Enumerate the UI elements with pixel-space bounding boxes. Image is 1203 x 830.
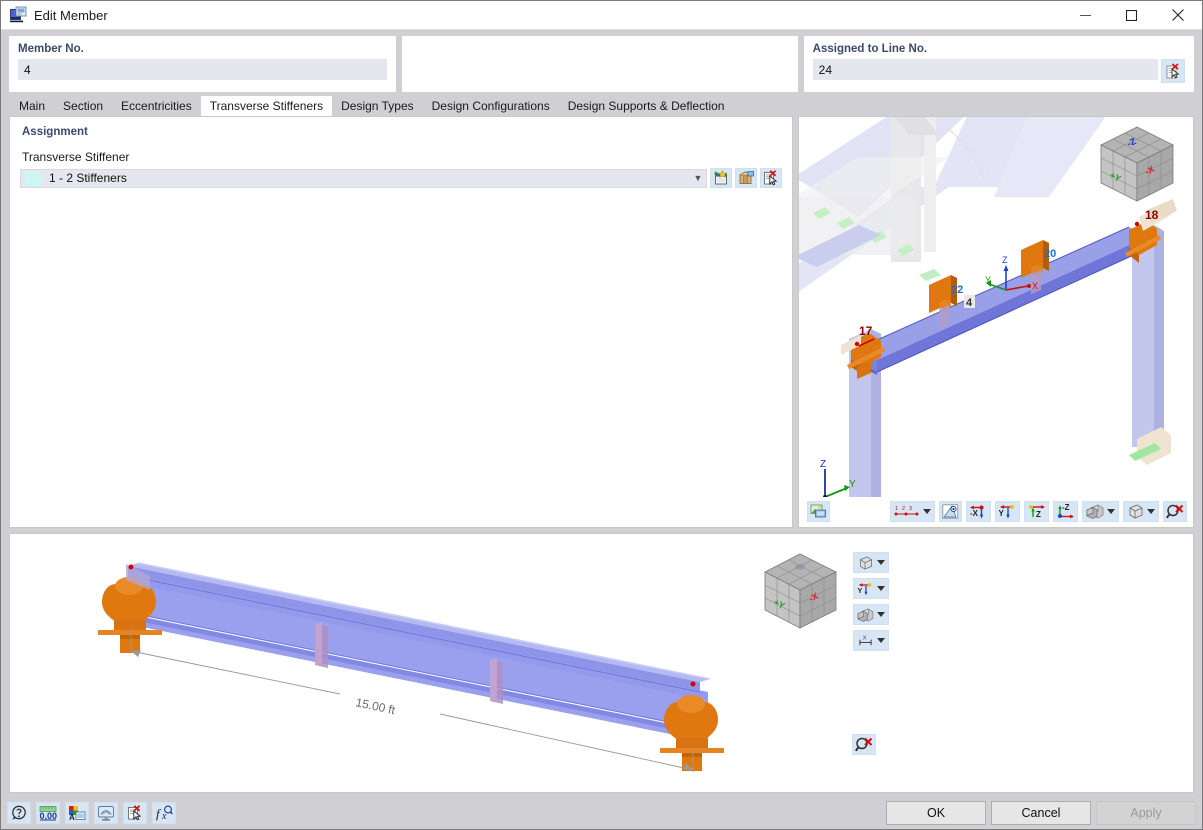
svg-text:X: X [1032, 281, 1038, 291]
chevron-down-icon[interactable]: ▼ [690, 170, 706, 187]
svg-text:Z: Z [820, 459, 826, 470]
edit-member-icon [9, 6, 27, 24]
svg-text:Z: Z [1002, 255, 1008, 265]
svg-text:X: X [863, 635, 867, 641]
view-y-button[interactable]: Y [995, 500, 1020, 522]
assigned-line-group: Assigned to Line No. [803, 36, 1194, 92]
chevron-down-icon[interactable] [1107, 508, 1115, 514]
svg-text:Y: Y [999, 509, 1005, 518]
snapshot-button[interactable] [807, 500, 830, 522]
svg-text:Y: Y [849, 479, 856, 490]
view-y-axis-button[interactable]: Y [853, 578, 889, 599]
numbering-button[interactable]: 1 2 3 [890, 500, 935, 522]
svg-text:17: 17 [859, 324, 873, 338]
member-no-group: Member No. [9, 36, 397, 92]
display-mode-button[interactable] [1082, 500, 1119, 522]
svg-text:18: 18 [1145, 208, 1159, 222]
transverse-stiffener-combo[interactable]: 1 - 2 Stiffeners ▼ [20, 168, 707, 188]
tab-design-configurations[interactable]: Design Configurations [423, 96, 559, 116]
chevron-down-icon[interactable] [1147, 508, 1155, 514]
svg-text:Y: Y [985, 275, 991, 285]
member-preview-panel[interactable]: 15.00 ft +Y -X Y X [9, 533, 1194, 793]
ok-button[interactable]: OK [886, 801, 986, 825]
member-no-input[interactable] [18, 59, 388, 80]
formula-button[interactable]: f x [152, 802, 176, 824]
close-button[interactable] [1154, 1, 1202, 29]
svg-text:-Z: -Z [1062, 504, 1070, 512]
delete-pick-button[interactable] [123, 802, 147, 824]
window-title: Edit Member [34, 7, 108, 23]
new-stiffener-button[interactable] [710, 168, 732, 188]
chevron-down-icon[interactable] [877, 560, 885, 565]
decimal-places-button[interactable]: 0,00 [36, 802, 60, 824]
maximize-button[interactable] [1108, 1, 1154, 29]
member-no-label: Member No. [18, 43, 84, 55]
chevron-down-icon[interactable] [923, 508, 931, 514]
cancel-button[interactable]: Cancel [991, 801, 1091, 825]
stiffener-color-swatch [25, 170, 41, 186]
transverse-stiffener-value: 1 - 2 Stiffeners [49, 171, 127, 185]
tab-strip: Main Section Eccentricities Transverse S… [1, 96, 1202, 116]
tab-eccentricities[interactable]: Eccentricities [112, 96, 201, 116]
units-colors-button[interactable]: A [65, 802, 89, 824]
tab-design-types[interactable]: Design Types [332, 96, 423, 116]
assigned-line-label: Assigned to Line No. [812, 43, 928, 55]
chevron-down-icon[interactable] [877, 586, 885, 591]
top-row: Assignment Transverse Stiffener 1 - 2 St… [9, 116, 1194, 528]
view-minus-x-button[interactable]: -X [966, 500, 991, 522]
svg-text:1: 1 [895, 506, 898, 512]
select-pick-icon[interactable] [1161, 59, 1185, 83]
member-preview-scene: 15.00 ft +Y -X [10, 534, 1193, 783]
svg-text:A: A [69, 813, 75, 821]
reset-zoom-button[interactable] [1163, 500, 1187, 522]
delete-stiffener-button[interactable] [760, 168, 782, 188]
assignment-panel: Assignment Transverse Stiffener 1 - 2 St… [9, 116, 793, 528]
svg-text:4: 4 [966, 297, 973, 309]
header-middle-group [402, 36, 798, 92]
chevron-down-icon[interactable] [877, 612, 885, 617]
svg-text:Z: Z [1036, 510, 1041, 519]
svg-text:3: 3 [909, 506, 912, 512]
tab-section[interactable]: Section [54, 96, 112, 116]
help-button[interactable] [7, 802, 31, 824]
view-z-button[interactable]: Z [1024, 500, 1049, 522]
window-controls [1062, 1, 1202, 29]
preview-reset-zoom-button[interactable] [852, 734, 876, 755]
title-bar: Edit Member [1, 1, 1202, 30]
tab-main[interactable]: Main [10, 96, 54, 116]
chevron-down-icon[interactable] [877, 638, 885, 643]
minimize-button[interactable] [1062, 1, 1108, 29]
dialog-body: Assignment Transverse Stiffener 1 - 2 St… [1, 116, 1202, 797]
edit-member-window: Edit Member Member No. Assigned to Line … [0, 0, 1203, 830]
svg-text:2: 2 [902, 506, 905, 512]
viewport-toolbar: 1 2 3 -X Y Z -Z [799, 497, 1193, 527]
svg-text:Y: Y [857, 587, 862, 595]
transverse-stiffener-label: Transverse Stiffener [22, 150, 130, 164]
preview-side-toolbar: Y X [853, 552, 889, 651]
svg-text:20: 20 [1044, 248, 1056, 260]
assigned-line-input[interactable] [812, 59, 1158, 80]
model-viewport-panel: Z X Y Z Y -Z +Y -X 18 20 22 4 17 1 2 3 -… [798, 116, 1194, 528]
status-bar: 0,00 A f x OK Cancel Apply [1, 797, 1202, 829]
apply-button: Apply [1096, 801, 1196, 825]
model-3d-scene: Z X Y Z Y -Z +Y -X 18 20 22 4 17 [799, 117, 1193, 497]
edit-stiffener-button[interactable] [735, 168, 757, 188]
header-fields: Member No. Assigned to Line No. [1, 30, 1202, 96]
model-3d-viewport[interactable]: Z X Y Z Y -Z +Y -X 18 20 22 4 17 [799, 117, 1193, 497]
solid-model-button[interactable] [853, 604, 889, 625]
dimensions-button[interactable]: X [853, 630, 889, 651]
wireframe-cube-button[interactable] [853, 552, 889, 573]
tab-design-supports-deflection[interactable]: Design Supports & Deflection [559, 96, 734, 116]
wireframe-button[interactable] [1123, 500, 1159, 522]
display-monitor-button[interactable] [94, 802, 118, 824]
assignment-section-title: Assignment [22, 126, 88, 138]
view-minus-z-button[interactable]: -Z [1053, 500, 1078, 522]
tab-transverse-stiffeners[interactable]: Transverse Stiffeners [200, 96, 333, 116]
svg-text:-X: -X [970, 509, 979, 518]
svg-text:22: 22 [951, 284, 963, 296]
render-view-button[interactable] [939, 500, 962, 522]
